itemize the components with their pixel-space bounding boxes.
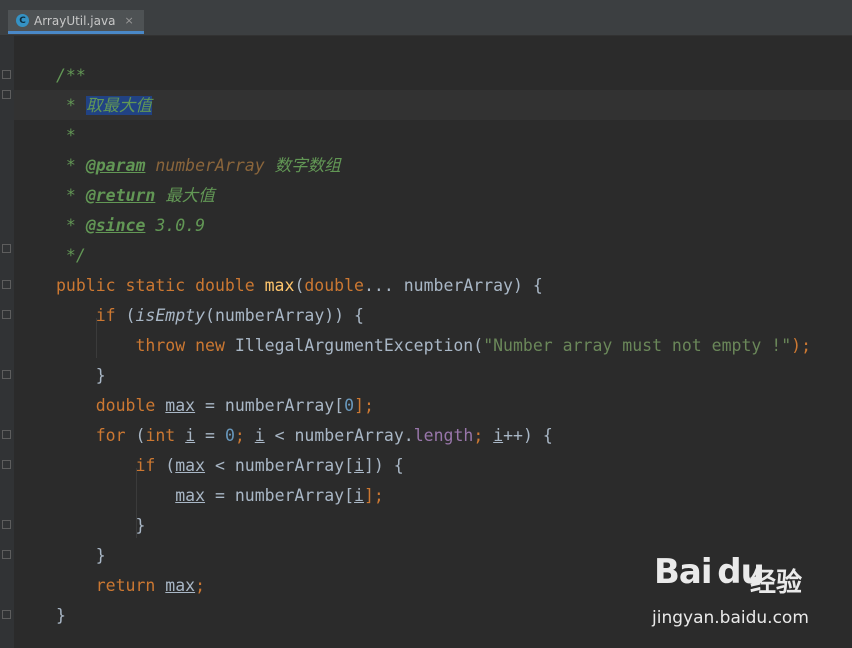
fold-marker-icon[interactable] [2,370,11,379]
code-line-3: * [56,126,76,145]
tab-arrayutil-java[interactable]: C ArrayUtil.java × [8,10,144,34]
code-line-14: if (max < numberArray[i]) { [135,456,404,475]
watermark-brand: Bai du [654,552,765,592]
fold-marker-icon[interactable] [2,280,11,289]
fold-marker-icon[interactable] [2,430,11,439]
close-icon[interactable]: × [124,14,133,27]
code-line-4: * @param numberArray 数字数组 [56,156,341,175]
code-line-6: * @since 3.0.9 [56,216,206,235]
fold-marker-icon[interactable] [2,244,11,253]
fold-marker-icon[interactable] [2,610,11,619]
code-line-16: } [56,516,146,535]
fold-marker-icon[interactable] [2,550,11,559]
fold-marker-icon[interactable] [2,90,11,99]
fold-marker-icon[interactable] [2,460,11,469]
baidu-jingyan-watermark: Bai du 经验 jingyan.baidu.com [650,552,850,642]
watermark-cn-text: 经验 [750,568,803,598]
code-line-10: throw new IllegalArgumentException("Numb… [135,336,812,355]
code-line-18: return max; [95,576,206,595]
code-line-1: /** [56,66,86,85]
fold-marker-icon[interactable] [2,310,11,319]
fold-marker-icon[interactable] [2,70,11,79]
code-line-5: * @return 最大值 [56,186,215,205]
java-class-icon: C [16,14,29,27]
fold-marker-icon[interactable] [2,520,11,529]
code-line-11: } [56,366,106,385]
code-line-9: if (isEmpty(numberArray)) { [95,306,364,325]
code-line-13: for (int i = 0; i < numberArray.length; … [95,426,553,445]
editor-gutter [0,36,14,648]
code-line-17: } [56,546,106,565]
code-line-7: */ [56,246,86,265]
code-line-19: } [56,606,66,625]
code-line-15: max = numberArray[i]; [175,486,384,505]
watermark-url: jingyan.baidu.com [652,608,809,628]
editor-tab-bar: C ArrayUtil.java × [0,0,852,36]
tab-title: ArrayUtil.java [34,13,116,28]
code-line-12: double max = numberArray[0]; [95,396,374,415]
code-line-8: public static double max(double... numbe… [56,276,543,295]
code-line-2: * 取最大值 [56,96,152,115]
selected-text: 取最大值 [85,96,152,115]
